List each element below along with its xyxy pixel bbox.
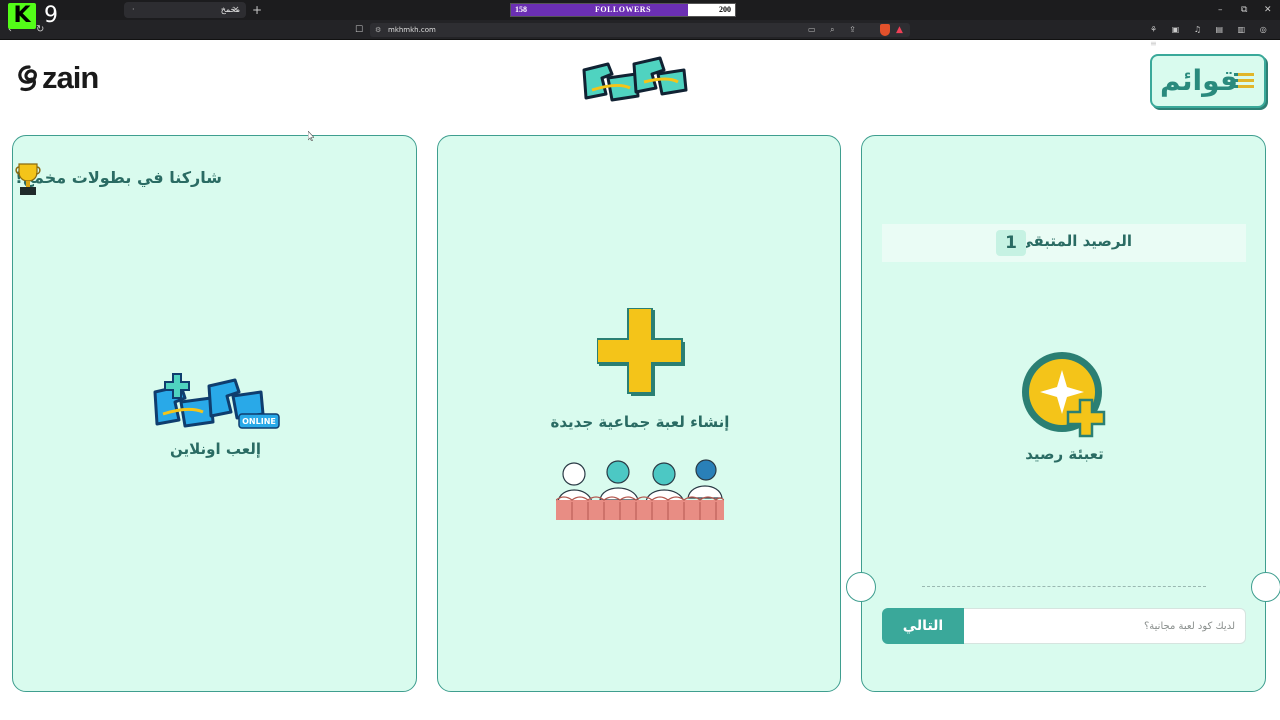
tournament-title: شاركنا في بطولات مخمخ!	[15, 168, 222, 187]
brave-rewards-icon[interactable]: ▲	[896, 23, 903, 37]
brave-shield-icon[interactable]	[880, 24, 890, 36]
mkhmkh-logo-icon[interactable]	[578, 52, 692, 110]
create-game-label: إنشاء لعبة جماعية جديدة	[550, 413, 730, 431]
zain-swirl-icon	[18, 65, 37, 92]
minimize-icon[interactable]: –	[1218, 2, 1223, 18]
list-icon	[1234, 73, 1256, 89]
extensions-icon[interactable]: ⚘ ▣ ♫ ▤ ▥ ◎ ≡	[1150, 23, 1280, 51]
tab-close-icon[interactable]: ×	[232, 2, 240, 18]
balance-card: الرصيد المتبقي 1 تعبئة رصيد التالي	[846, 135, 1280, 692]
close-window-icon[interactable]: ✕	[1264, 2, 1272, 18]
plus-icon[interactable]	[597, 308, 687, 398]
browser-tab[interactable]: مخمخ × ·	[124, 2, 246, 18]
url-text: mkhmkh.com	[388, 26, 436, 34]
create-game-card[interactable]: إنشاء لعبة جماعية جديدة	[437, 135, 841, 692]
kick-counter: 9	[44, 3, 58, 28]
ticket-notch-left	[846, 572, 876, 602]
recharge-star-icon[interactable]	[1020, 350, 1110, 440]
audience-illustration-icon	[556, 459, 724, 520]
menu-label: قوائم	[1160, 64, 1238, 97]
zain-brand-text: zain	[42, 60, 99, 95]
remaining-balance-panel: الرصيد المتبقي 1	[882, 224, 1246, 262]
trophy-icon	[15, 163, 41, 195]
kick-logo-icon: K	[8, 3, 36, 29]
browser-address-bar: ‹ ↻ ☐ ⚙ mkhmkh.com ▭ ⌕ ⇪ ▲ ⚘ ▣ ♫ ▤ ▥ ◎ ≡	[0, 20, 1280, 48]
followers-goal: 200	[719, 5, 731, 14]
menu-button[interactable]: قوائم	[1150, 54, 1266, 108]
mouse-cursor-icon	[308, 131, 314, 141]
play-online-label[interactable]: إلعب اونلاين	[13, 440, 418, 458]
site-info-icon[interactable]: ⚙	[375, 23, 381, 37]
address-bar-actions-icon[interactable]: ▭ ⌕ ⇪	[808, 23, 862, 37]
tournament-card[interactable]: شاركنا في بطولات مخمخ! ONLINE إلعب اونلا…	[12, 135, 417, 692]
new-tab-button[interactable]: +	[252, 2, 262, 18]
tab-audio-icon: ·	[132, 5, 135, 14]
ticket-notch-right	[1251, 572, 1280, 602]
restore-icon[interactable]: ⧉	[1241, 2, 1247, 18]
remaining-balance-value: 1	[996, 230, 1026, 256]
followers-label: FOLLOWERS	[594, 5, 652, 14]
recharge-balance-label[interactable]: تعبئة رصيد	[862, 445, 1267, 463]
ticket-divider	[922, 586, 1206, 587]
promo-code-input[interactable]	[962, 608, 1246, 644]
online-badge-text: ONLINE	[242, 417, 276, 426]
bookmark-icon[interactable]: ☐	[355, 23, 363, 37]
zain-logo[interactable]: zain	[16, 60, 99, 98]
remaining-balance-label: الرصيد المتبقي	[1018, 232, 1132, 250]
followers-goal-widget: 158 FOLLOWERS 200	[510, 3, 736, 17]
browser-tab-bar: مخمخ × · + 158 FOLLOWERS 200 – ⧉ ✕	[0, 0, 1280, 20]
next-button[interactable]: التالي	[882, 608, 964, 644]
online-play-logo-icon[interactable]: ONLINE	[147, 368, 283, 440]
